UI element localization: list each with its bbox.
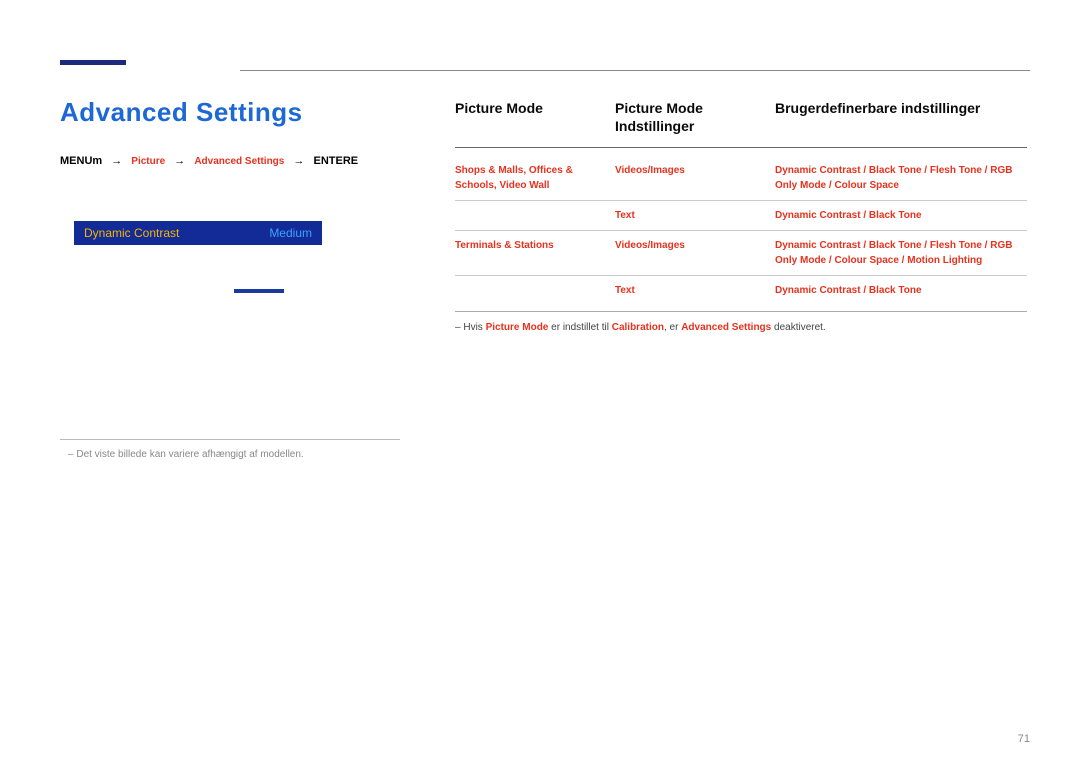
note-b3: Advanced Settings: [681, 322, 771, 333]
th-settings: Picture Mode Indstillinger: [615, 100, 775, 135]
cell-mode: Terminals & Stations: [455, 238, 615, 268]
note-b1: Picture Mode: [486, 322, 549, 333]
side-accent-bar: [60, 60, 126, 65]
note-b2: Calibration: [612, 322, 664, 333]
cell-set: Videos/Images: [615, 163, 775, 193]
page-root: Advanced Settings MENUm → Picture → Adva…: [0, 0, 1080, 763]
cell-user: Dynamic Contrast / Black Tone: [775, 208, 1027, 223]
table-header-row: Picture Mode Picture Mode Indstillinger …: [455, 100, 1027, 141]
cell-mode: [455, 208, 615, 223]
table-row: Text Dynamic Contrast / Black Tone: [455, 275, 1027, 305]
breadcrumb-arrow-3: →: [287, 155, 310, 167]
breadcrumb-advanced-settings: Advanced Settings: [194, 156, 284, 167]
breadcrumb-picture: Picture: [131, 156, 165, 167]
cell-user: Dynamic Contrast / Black Tone / Flesh To…: [775, 238, 1027, 268]
cell-set: Text: [615, 283, 775, 298]
footnote-separator: [60, 439, 400, 440]
breadcrumb-enter-suf: E: [351, 155, 358, 167]
breadcrumb-menu-suf: m: [92, 155, 102, 167]
cell-user: Dynamic Contrast / Black Tone: [775, 283, 1027, 298]
cell-set: Videos/Images: [615, 238, 775, 268]
breadcrumb-enter-pre: ENTER: [313, 155, 350, 167]
cell-user: Dynamic Contrast / Black Tone / Flesh To…: [775, 163, 1027, 193]
note-mid2: , er: [664, 322, 681, 333]
menu-item-dynamic-contrast[interactable]: Dynamic Contrast Medium: [74, 221, 322, 245]
page-number: 71: [1018, 733, 1030, 745]
settings-table: Picture Mode Picture Mode Indstillinger …: [455, 100, 1027, 335]
cell-mode: [455, 283, 615, 298]
footnote-span: Det viste billede kan variere afhængigt …: [76, 449, 303, 460]
table-row: Text Dynamic Contrast / Black Tone: [455, 200, 1027, 230]
breadcrumb-menu-pre: MENU: [60, 155, 92, 167]
menu-item-label: Dynamic Contrast: [84, 226, 179, 240]
table-note: – Hvis Picture Mode er indstillet til Ca…: [455, 311, 1027, 335]
panel-underline: [234, 289, 284, 293]
top-rule: [240, 70, 1030, 71]
page-title: Advanced Settings: [60, 97, 303, 128]
breadcrumb-arrow-2: →: [168, 155, 191, 167]
settings-panel: Dynamic Contrast Medium: [74, 221, 322, 293]
cell-set: Text: [615, 208, 775, 223]
table-row: Terminals & Stations Videos/Images Dynam…: [455, 230, 1027, 275]
note-mid: er indstillet til: [548, 322, 611, 333]
cell-mode: Shops & Malls, Offices & Schools, Video …: [455, 163, 615, 193]
table-head-rule: [455, 147, 1027, 148]
footnote-text: – Det viste billede kan variere afhængig…: [68, 449, 304, 460]
note-post: deaktiveret.: [771, 322, 825, 333]
note-pre: Hvis: [463, 322, 485, 333]
table-row: Shops & Malls, Offices & Schools, Video …: [455, 156, 1027, 200]
menu-item-value: Medium: [269, 226, 312, 240]
th-user: Brugerdefinerbare indstillinger: [775, 100, 1027, 135]
th-mode: Picture Mode: [455, 100, 615, 135]
breadcrumb-arrow-1: →: [105, 155, 128, 167]
breadcrumb: MENUm → Picture → Advanced Settings → EN…: [60, 154, 358, 169]
